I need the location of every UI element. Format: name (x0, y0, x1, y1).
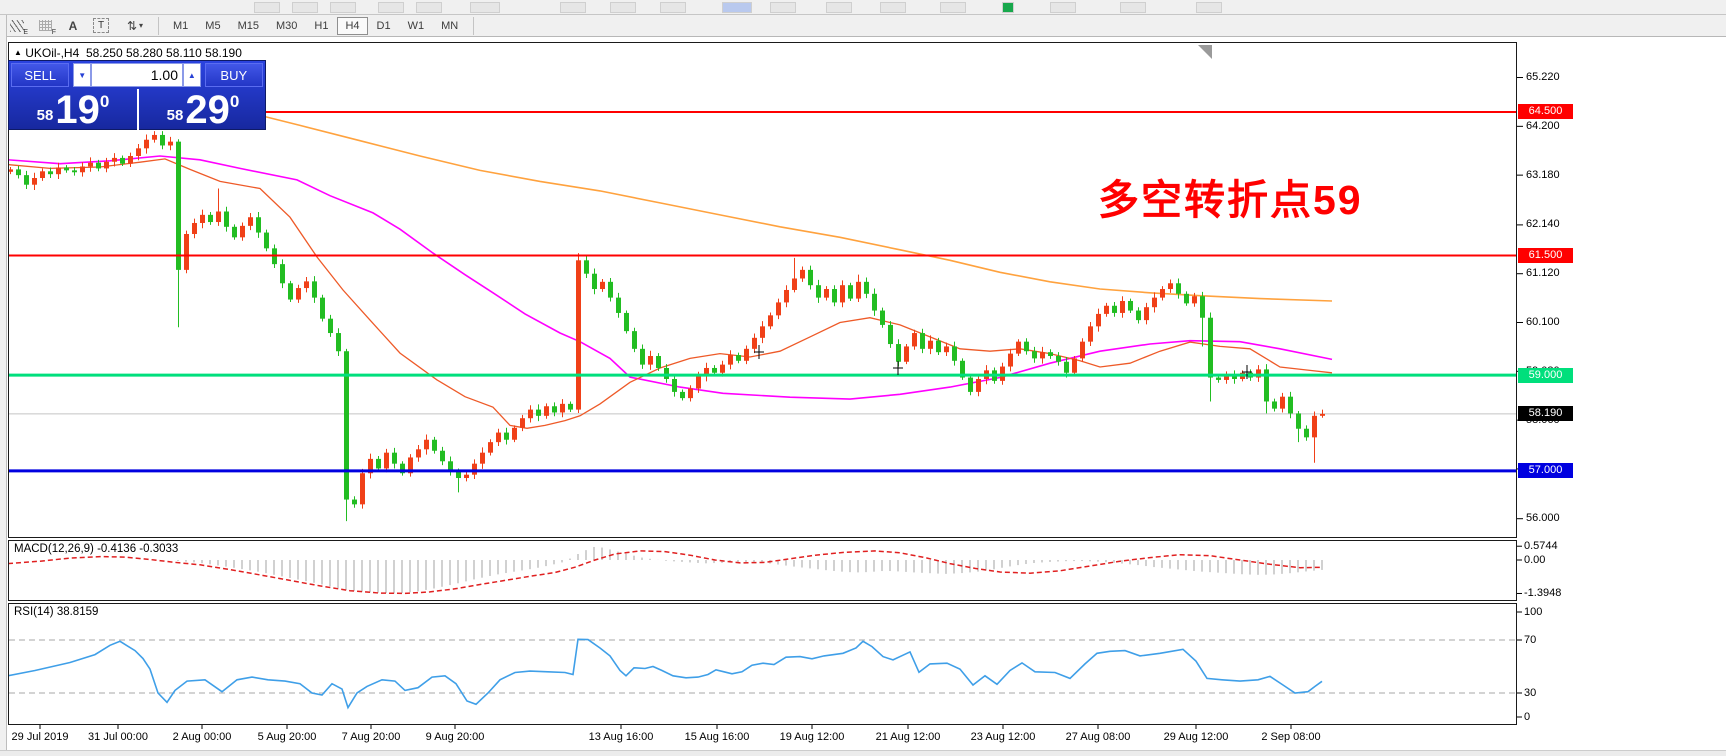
date-label: 31 Jul 00:00 (88, 731, 148, 743)
volume-increase-button[interactable]: ▲ (183, 63, 201, 87)
date-label: 19 Aug 12:00 (779, 731, 845, 743)
price-tag-58.190: 58.190 (1518, 406, 1573, 422)
date-label: 13 Aug 16:00 (588, 731, 654, 743)
price-tag-61.500: 61.500 (1518, 248, 1573, 264)
ohlc-values: 58.250 58.280 58.110 58.190 (85, 46, 242, 60)
date-label: 9 Aug 20:00 (425, 731, 485, 743)
sell-button[interactable]: SELL (11, 63, 70, 87)
rsi-line (9, 638, 1323, 710)
collapse-arrow-icon[interactable]: ▲ (14, 48, 22, 57)
date-label: 15 Aug 16:00 (684, 731, 750, 743)
rsi-tick-0: 0 (1524, 710, 1531, 723)
sell-price-display[interactable]: 58 19 0 (9, 89, 139, 131)
volume-decrease-button[interactable]: ▼ (73, 63, 91, 87)
date-label: 2 Aug 00:00 (172, 731, 232, 743)
macd-tick-0.5744: 0.5744 (1524, 539, 1558, 552)
date-label: 2 Sep 08:00 (1261, 731, 1321, 743)
macd-indicator-label: MACD(12,26,9) -0.4136 -0.3033 (14, 543, 179, 555)
macd-tick--1.3948: -1.3948 (1524, 586, 1562, 599)
price-tick-56.000: 56.000 (1526, 512, 1560, 525)
date-label: 23 Aug 12:00 (970, 731, 1036, 743)
price-tick-62.140: 62.140 (1526, 218, 1560, 231)
volume-input[interactable] (91, 63, 183, 87)
macd-tick-0.00: 0.00 (1524, 553, 1546, 566)
one-click-trade-panel: SELL ▼ ▲ BUY 58 19 0 58 29 0 (8, 60, 267, 131)
rsi-tick-30: 30 (1524, 686, 1537, 699)
price-tick-64.200: 64.200 (1526, 119, 1560, 132)
mt4-terminal: { "toolbar": { "timeframes": ["M1","M5",… (0, 0, 1726, 756)
rsi-tick-70: 70 (1524, 633, 1537, 646)
price-tick-65.220: 65.220 (1526, 71, 1560, 84)
price-tag-64.500: 64.500 (1518, 104, 1573, 120)
buy-price-display[interactable]: 58 29 0 (139, 89, 267, 131)
macd-signal-line (9, 550, 1323, 595)
date-label: 27 Aug 08:00 (1065, 731, 1131, 743)
price-tick-61.120: 61.120 (1526, 267, 1560, 280)
price-tick-63.180: 63.180 (1526, 168, 1560, 181)
chinese-annotation: 多空转折点59 (1098, 177, 1363, 223)
rsi-indicator-label: RSI(14) 38.8159 (14, 606, 99, 618)
symbol-timeframe: UKOil-,H4 (25, 46, 80, 60)
rsi-plot (9, 638, 1516, 710)
buy-button[interactable]: BUY (204, 63, 263, 87)
chart-title: ▲ UKOil-,H4 58.250 58.280 58.110 58.190 (14, 46, 242, 60)
price-tag-59.000: 59.000 (1518, 367, 1573, 383)
cross-marker (893, 361, 903, 375)
price-tag-57.000: 57.000 (1518, 463, 1573, 479)
autoscroll-marker-icon (1198, 45, 1212, 59)
date-label: 21 Aug 12:00 (875, 731, 941, 743)
date-label: 5 Aug 20:00 (257, 731, 317, 743)
date-label: 29 Aug 12:00 (1163, 731, 1229, 743)
date-label: 29 Jul 2019 (11, 731, 69, 743)
price-tick-60.100: 60.100 (1526, 316, 1560, 328)
date-label: 7 Aug 20:00 (341, 731, 401, 743)
macd-plot (9, 546, 1323, 595)
rsi-tick-100: 100 (1524, 605, 1543, 618)
